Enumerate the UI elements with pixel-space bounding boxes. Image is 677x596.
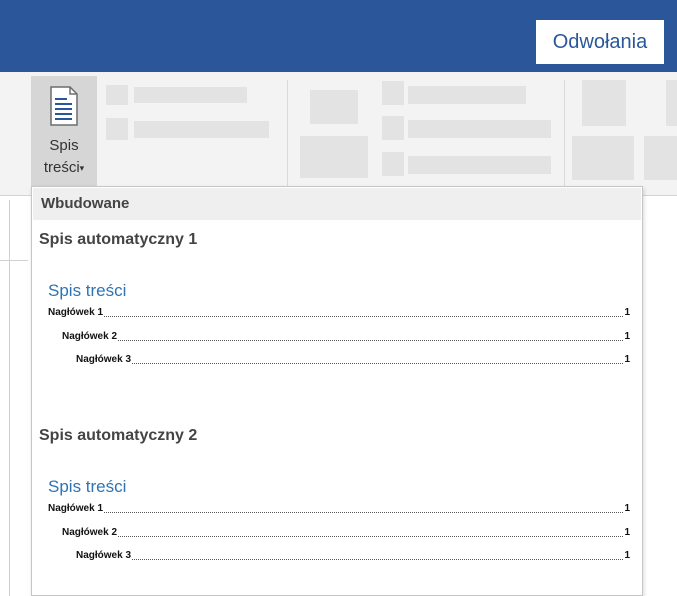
chevron-down-icon: ▾ [79,163,85,174]
ribbon-placeholder [382,152,404,176]
gallery-item-title: Spis automatyczny 1 [39,231,198,248]
tab-references[interactable]: Odwołania [536,20,664,64]
gallery-item-automatic-1[interactable]: Spis automatyczny 1 Spis treści Nagłówek… [33,227,641,417]
toc-entry: Nagłówek 2 1 [62,331,630,343]
ribbon-placeholder [644,136,677,180]
toc-entry: Nagłówek 3 1 [76,354,630,366]
toc-leader [104,316,624,317]
document-lines-icon [50,86,78,126]
toc-entry: Nagłówek 1 1 [48,503,630,515]
toc-button-label-text: treści [43,159,80,176]
ribbon-separator [287,80,288,188]
title-bar: Odwołania [0,0,677,72]
ribbon-placeholder [408,86,526,104]
toc-entry-page: 1 [624,550,630,561]
toc-leader [132,363,624,364]
toc-entry-label: Nagłówek 2 [62,331,118,342]
toc-entry-page: 1 [624,307,630,318]
ribbon-placeholder [106,118,128,140]
ribbon-placeholder [408,120,551,138]
toc-entry-page: 1 [624,354,630,365]
ribbon-placeholder [382,116,404,140]
ribbon-placeholder [582,80,626,126]
ribbon-placeholder [300,136,368,178]
toc-entry: Nagłówek 1 1 [48,307,630,319]
toc-entry-label: Nagłówek 3 [76,354,132,365]
toc-entry-label: Nagłówek 2 [62,527,118,538]
toc-button-label-line2: treści▾ [31,158,97,178]
preview-toc-heading: Spis treści [48,477,127,496]
preview-toc-heading: Spis treści [48,281,127,300]
toc-button-label-line1: Spis [49,137,79,154]
section-header-builtin: Wbudowane [33,188,641,220]
ribbon-separator [564,80,565,188]
document-ruler-line [0,260,28,261]
table-of-contents-button[interactable]: Spis treści▾ [31,76,97,188]
toc-leader [104,512,624,513]
gallery-item-automatic-2[interactable]: Spis automatyczny 2 Spis treści Nagłówek… [33,423,641,595]
toc-gallery-dropdown: Wbudowane Spis automatyczny 1 Spis treśc… [31,186,643,596]
toc-entry-label: Nagłówek 1 [48,307,104,318]
ribbon-placeholder [408,156,551,174]
toc-leader [118,340,624,341]
ribbon-placeholder [106,85,128,105]
ribbon-placeholder [134,121,269,138]
ribbon-placeholder [382,81,404,105]
toc-entry-label: Nagłówek 3 [76,550,132,561]
ribbon-placeholder [666,80,677,126]
ribbon-placeholder [134,87,247,103]
document-area [640,196,677,596]
toc-leader [118,536,624,537]
toc-entry-page: 1 [624,527,630,538]
toc-leader [132,559,624,560]
toc-entry-label: Nagłówek 1 [48,503,104,514]
toc-entry-page: 1 [624,331,630,342]
toc-entry-page: 1 [624,503,630,514]
toc-entry: Nagłówek 2 1 [62,527,630,539]
ribbon-placeholder [310,90,358,124]
toc-entry: Nagłówek 3 1 [76,550,630,562]
ribbon-placeholder [572,136,634,180]
gallery-item-title: Spis automatyczny 2 [39,427,198,444]
